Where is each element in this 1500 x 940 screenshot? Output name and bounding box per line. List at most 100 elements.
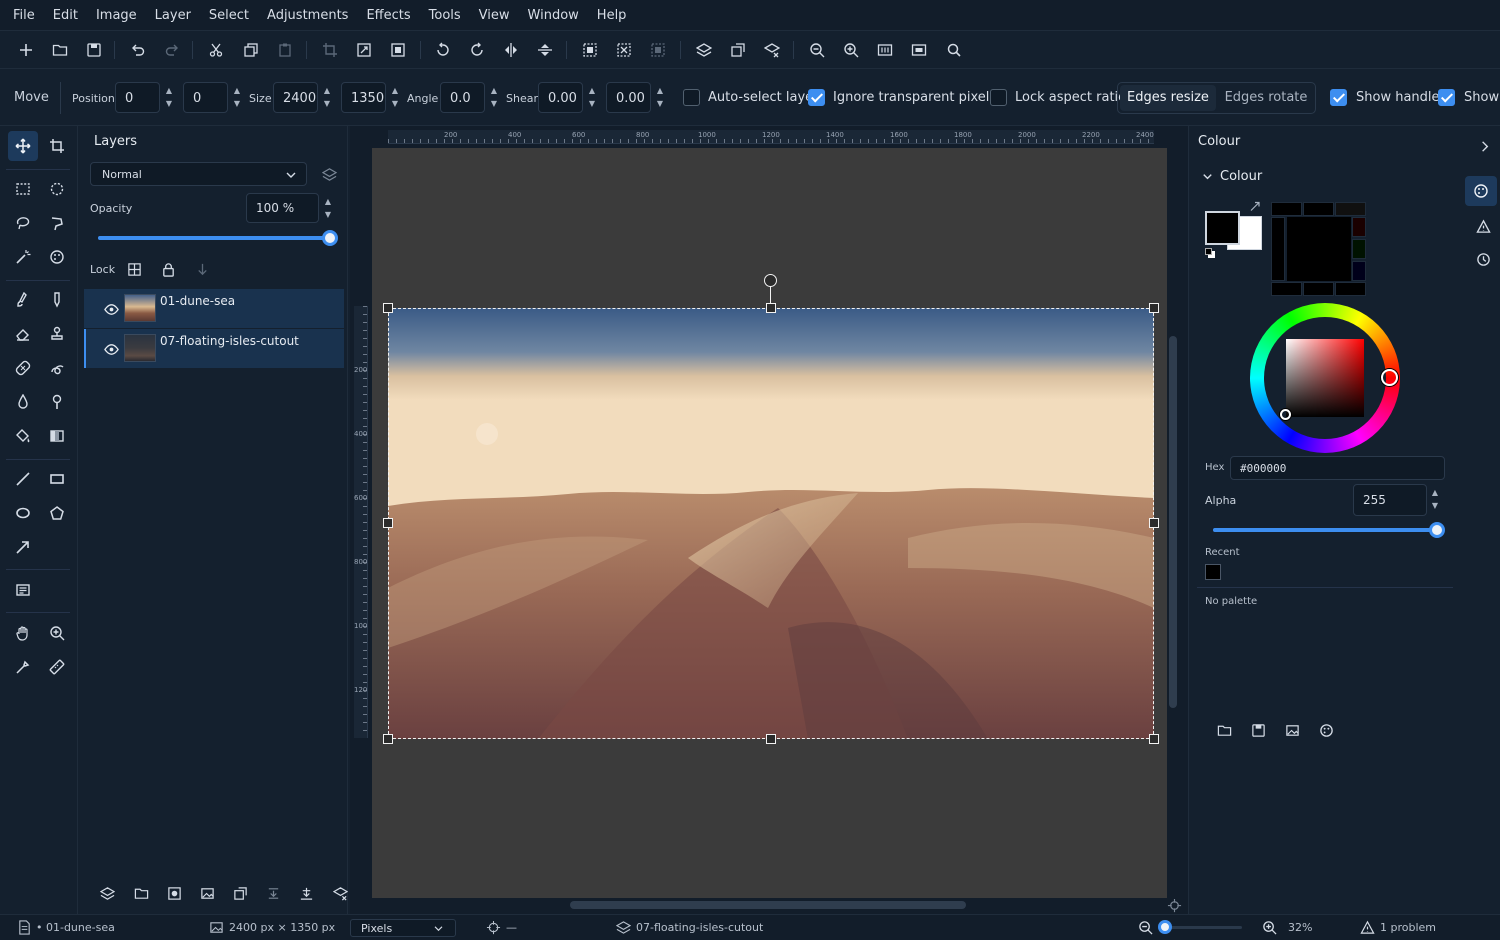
add-layer-icon[interactable] (694, 40, 714, 60)
clone-stamp-tool-icon[interactable] (42, 319, 72, 349)
angle-field[interactable]: 0.0 (440, 82, 485, 113)
menu-view[interactable]: View (470, 0, 519, 31)
alpha-slider-handle[interactable] (1429, 522, 1445, 538)
position-x-stepper[interactable]: ▲ ▼ (163, 84, 175, 112)
hex-input[interactable]: #000000 (1230, 456, 1445, 480)
paste-icon[interactable] (275, 40, 295, 60)
horizontal-scrollbar[interactable] (570, 901, 966, 909)
measure-tool-icon[interactable] (42, 652, 72, 682)
rotate-right-icon[interactable] (467, 40, 487, 60)
recent-color-swatch[interactable] (1205, 564, 1221, 580)
resize-handle[interactable] (383, 518, 393, 528)
alpha-field[interactable]: 255 (1353, 484, 1427, 516)
rotation-handle[interactable] (764, 274, 777, 287)
layer-row[interactable]: 01-dune-sea (84, 289, 344, 328)
resize-handle[interactable] (1149, 518, 1159, 528)
magic-wand-tool-icon[interactable] (8, 242, 38, 272)
ellipse-select-tool-icon[interactable] (42, 174, 72, 204)
ellipse-tool-icon[interactable] (8, 498, 38, 528)
saturation-value-square[interactable] (1286, 339, 1364, 417)
resize-canvas-icon[interactable] (388, 40, 408, 60)
eye-icon[interactable] (102, 300, 120, 318)
zoom-out-icon[interactable] (807, 40, 827, 60)
zoom-level[interactable]: 32% (1288, 921, 1312, 934)
pasteboard[interactable] (372, 148, 1167, 898)
primary-color-swatch[interactable] (1205, 211, 1240, 245)
palette-tab[interactable] (1465, 176, 1497, 206)
angle-stepper[interactable]: ▲ ▼ (488, 84, 500, 112)
flatten-icon[interactable] (297, 884, 315, 902)
lock-position-icon[interactable] (193, 260, 211, 278)
hand-tool-icon[interactable] (8, 618, 38, 648)
line-tool-icon[interactable] (8, 464, 38, 494)
delete-layer-icon[interactable] (762, 40, 782, 60)
search-icon[interactable] (944, 40, 964, 60)
flip-horizontal-icon[interactable] (501, 40, 521, 60)
hue-wheel[interactable] (1250, 303, 1400, 453)
layer-row[interactable]: 07-floating-isles-cutout (84, 329, 344, 368)
eraser-tool-icon[interactable] (8, 319, 38, 349)
crop-tool-icon[interactable] (42, 131, 72, 161)
image-layer-icon[interactable] (198, 884, 216, 902)
resize-handle[interactable] (1149, 734, 1159, 744)
lock-all-icon[interactable] (159, 260, 177, 278)
reset-colors-icon[interactable] (1205, 248, 1215, 258)
history-icon[interactable] (1474, 250, 1492, 268)
shear-x-field[interactable]: 0.00 (538, 82, 583, 113)
dodge-tool-icon[interactable] (42, 387, 72, 417)
crop-icon[interactable] (320, 40, 340, 60)
swap-colors-icon[interactable] (1249, 200, 1261, 212)
resize-image-icon[interactable] (354, 40, 374, 60)
color-preview-grid[interactable] (1271, 202, 1367, 297)
unit-select[interactable]: Pixels (350, 919, 456, 937)
warning-icon[interactable] (1359, 919, 1375, 935)
rect-select-tool-icon[interactable] (8, 174, 38, 204)
vertical-scrollbar[interactable] (1169, 336, 1177, 708)
fill-bucket-tool-icon[interactable] (8, 421, 38, 451)
move-tool-icon[interactable] (8, 131, 38, 161)
cut-icon[interactable] (206, 40, 226, 60)
menu-file[interactable]: File (4, 0, 44, 31)
invert-selection-icon[interactable] (648, 40, 668, 60)
resize-handle[interactable] (383, 303, 393, 313)
deselect-icon[interactable] (614, 40, 634, 60)
undo-icon[interactable] (128, 40, 148, 60)
copy-icon[interactable] (241, 40, 261, 60)
new-file-icon[interactable] (16, 40, 36, 60)
chevron-down-icon[interactable] (1199, 168, 1215, 184)
resize-handle[interactable] (766, 303, 776, 313)
open-palette-icon[interactable] (1215, 721, 1233, 739)
blur-tool-icon[interactable] (8, 387, 38, 417)
add-mask-icon[interactable] (165, 884, 183, 902)
opacity-slider-handle[interactable] (322, 230, 338, 246)
resize-handle[interactable] (766, 734, 776, 744)
delete-layer-icon[interactable] (331, 884, 349, 902)
zoom-tool-icon[interactable] (42, 618, 72, 648)
eyedropper-tool-icon[interactable] (8, 652, 38, 682)
text-tool-icon[interactable] (8, 575, 38, 605)
position-y-field[interactable]: 0 (183, 82, 228, 113)
save-icon[interactable] (84, 40, 104, 60)
zoom-in-icon[interactable] (1261, 919, 1277, 935)
problems-count[interactable]: 1 problem (1380, 921, 1436, 934)
opacity-field[interactable]: 100 % (246, 193, 319, 223)
rotate-left-icon[interactable] (433, 40, 453, 60)
show-handles-checkbox[interactable] (1330, 89, 1347, 106)
menu-image[interactable]: Image (87, 0, 146, 31)
flip-vertical-icon[interactable] (535, 40, 555, 60)
tab-edges-rotate[interactable]: Edges rotate (1218, 85, 1314, 111)
smudge-tool-icon[interactable] (42, 353, 72, 383)
layer-properties-icon[interactable] (320, 165, 338, 183)
new-layer-icon[interactable] (98, 884, 116, 902)
alpha-stepper[interactable]: ▲ ▼ (1429, 486, 1441, 514)
arrow-tool-icon[interactable] (8, 532, 38, 562)
sv-handle[interactable] (1280, 409, 1291, 420)
menu-effects[interactable]: Effects (357, 0, 419, 31)
menu-layer[interactable]: Layer (146, 0, 200, 31)
lock-pixels-icon[interactable] (125, 260, 143, 278)
open-folder-icon[interactable] (50, 40, 70, 60)
shear-y-field[interactable]: 0.00 (606, 82, 651, 113)
shear-y-stepper[interactable]: ▲ ▼ (654, 84, 666, 112)
duplicate-layer-icon[interactable] (231, 884, 249, 902)
position-x-field[interactable]: 0 (115, 82, 160, 113)
